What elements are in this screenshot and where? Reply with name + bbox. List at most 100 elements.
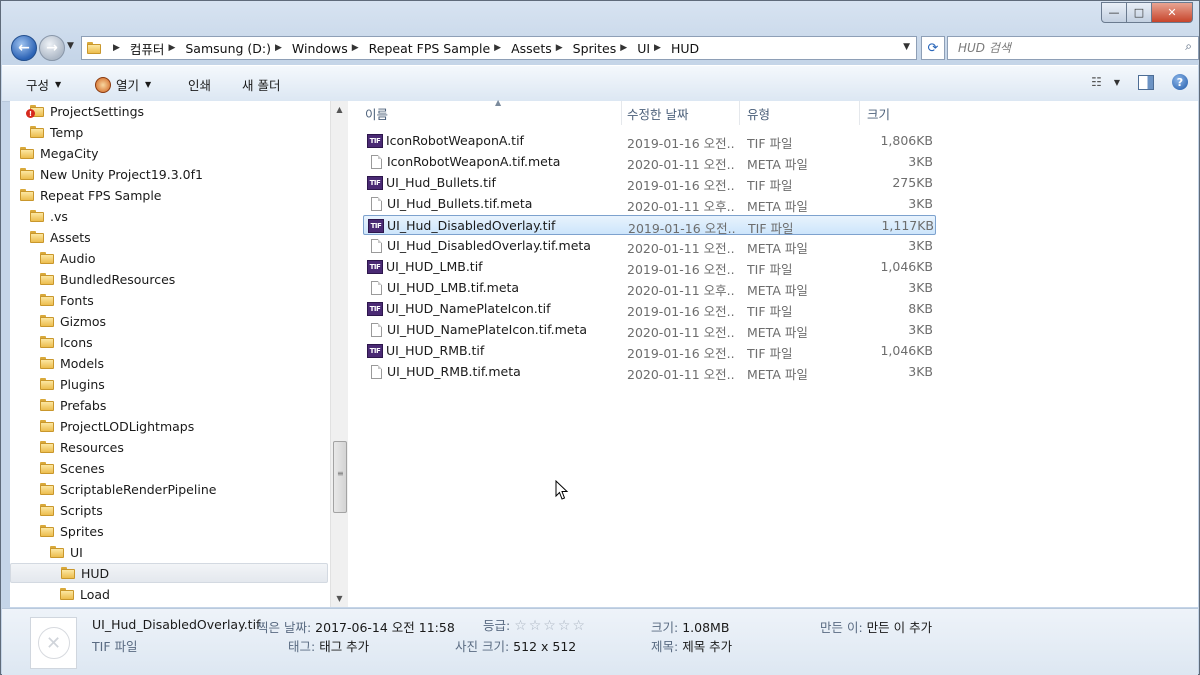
scroll-up-arrow-icon[interactable]: ▲ [331,101,348,118]
new-folder-button[interactable]: 새 폴더 [242,75,280,94]
preview-pane-button[interactable] [1138,74,1154,90]
chevron-down-icon: ▼ [1113,77,1120,87]
tags-value[interactable]: 태그 추가 [319,639,369,654]
document-file-icon [371,196,382,211]
help-icon[interactable]: ? [1172,74,1188,90]
tree-item[interactable]: Assets [30,227,91,247]
folder-icon [40,378,54,390]
chevron-right-icon[interactable]: ▶ [654,43,661,53]
file-row[interactable]: TIF UI_HUD_NamePlateIcon.tif 2019-01-16 오전… [363,299,936,319]
tree-item[interactable]: Models [40,353,104,373]
author-value[interactable]: 만든 이 추가 [867,620,932,635]
minimize-button[interactable]: — [1101,2,1127,23]
tree-item[interactable]: Audio [40,248,96,268]
tree-item[interactable]: UI [50,542,83,562]
scrollbar-thumb[interactable]: ≡ [333,441,347,513]
breadcrumb-root-chevron[interactable]: ▶ [107,43,128,53]
tree-item[interactable]: New Unity Project19.3.0f1 [20,164,203,184]
file-row[interactable]: UI_HUD_LMB.tif.meta 2020-01-11 오후... META … [363,278,936,298]
file-row[interactable]: TIF UI_HUD_RMB.tif 2019-01-16 오전... TIF 파일 1… [363,341,936,361]
tree-item[interactable]: Plugins [40,374,105,394]
tree-item[interactable]: Gizmos [40,311,106,331]
breadcrumb-item[interactable]: HUD [669,39,701,58]
tree-item-label: Icons [60,334,93,350]
rating-stars[interactable]: ☆☆☆☆☆ [514,618,587,634]
scroll-down-arrow-icon[interactable]: ▼ [331,590,348,607]
chevron-down-icon: ▼ [145,80,152,89]
title-value[interactable]: 제목 추가 [682,639,732,654]
recent-pages-dropdown[interactable]: ▼ [67,41,77,53]
tree-item[interactable]: ! ProjectSettings [26,101,144,121]
chevron-right-icon[interactable]: ▶ [352,43,359,53]
tree-item[interactable]: Scripts [40,500,103,520]
chevron-right-icon[interactable]: ▶ [494,43,501,53]
tree-item[interactable]: ProjectLODLightmaps [40,416,194,436]
print-button[interactable]: 인쇄 [188,75,211,94]
file-row[interactable]: TIF UI_Hud_Bullets.tif 2019-01-16 오전... TIF… [363,173,936,193]
breadcrumb-item[interactable]: 컴퓨터 ▶ [128,39,183,58]
tree-item[interactable]: Prefabs [40,395,106,415]
folder-icon [50,546,64,558]
column-header-size[interactable]: 크기 [860,101,938,125]
chevron-right-icon[interactable]: ▶ [168,43,175,53]
breadcrumb-item[interactable]: Windows ▶ [290,39,367,58]
tree-item[interactable]: Load [60,584,110,604]
file-row[interactable]: UI_HUD_RMB.tif.meta 2020-01-11 오전... META … [363,362,936,382]
address-bar[interactable]: ▶ 컴퓨터 ▶ Samsung (D:) ▶ Windows ▶ Repeat FPS Sa… [81,36,917,60]
file-row[interactable]: TIF UI_HUD_LMB.tif 2019-01-16 오전... TIF 파일 1… [363,257,936,277]
tree-item[interactable]: Resources [40,437,124,457]
file-name-cell: TIF UI_HUD_LMB.tif [367,259,617,274]
address-row: ← → ▼ ▶ 컴퓨터 ▶ Samsung (D:) ▶ Windows ▶ Repeat … [7,32,1199,62]
chevron-right-icon[interactable]: ▶ [275,43,282,53]
tree-item[interactable]: Icons [40,332,93,352]
change-view-button[interactable]: ☷ ▼ [1091,75,1120,89]
search-icon[interactable]: ⌕ [1185,39,1192,54]
back-button[interactable]: ← [11,35,37,61]
tree-item[interactable]: Sprites [40,521,104,541]
tree-item-label: Prefabs [60,397,107,413]
chevron-right-icon[interactable]: ▶ [620,43,627,53]
tree-item[interactable]: MegaCity [20,143,99,163]
column-header-type[interactable]: 유형 [740,101,860,125]
file-size: 8KB [908,301,933,316]
open-button[interactable]: 열기 ▼ [95,75,151,94]
file-type: META 파일 [747,241,808,256]
file-name-cell: IconRobotWeaponA.tif.meta [367,154,617,169]
tree-item[interactable]: Fonts [40,290,94,310]
refresh-button[interactable]: ⟳ [921,36,945,60]
date-value[interactable]: 2017-06-14 오전 11:58 [315,620,455,635]
chevron-right-icon[interactable]: ▶ [556,43,563,53]
breadcrumb-item[interactable]: Sprites ▶ [571,39,636,58]
file-row[interactable]: UI_Hud_DisabledOverlay.tif.meta 2020-01-1… [363,236,936,256]
column-date-label: 수정한 날짜 [627,106,689,122]
tree-item[interactable]: Repeat FPS Sample [20,185,161,205]
breadcrumb-item[interactable]: UI ▶ [635,39,669,58]
column-header-name[interactable]: ▲ 이름 [358,98,622,125]
tree-item[interactable]: .vs [30,206,68,226]
details-filename: UI_Hud_DisabledOverlay.tif [92,617,261,632]
file-row[interactable]: UI_Hud_Bullets.tif.meta 2020-01-11 오후... M… [363,194,936,214]
tree-item[interactable]: BundledResources [40,269,175,289]
column-header-date[interactable]: 수정한 날짜 [620,101,740,125]
maximize-button[interactable]: □ [1127,2,1152,23]
details-rating: 등급: ☆☆☆☆☆ [483,615,587,634]
file-row[interactable]: TIF IconRobotWeaponA.tif 2019-01-16 오전... T… [363,131,936,151]
search-input[interactable] [956,37,1170,59]
breadcrumb-item[interactable]: Samsung (D:) ▶ [183,39,290,58]
organize-button[interactable]: 구성 ▼ [26,75,61,94]
breadcrumb-item[interactable]: Repeat FPS Sample ▶ [367,39,509,58]
file-row[interactable]: UI_HUD_NamePlateIcon.tif.meta 2020-01-11 … [363,320,936,340]
close-button[interactable]: ✕ [1152,2,1193,23]
tree-item[interactable]: HUD [10,563,328,583]
tree-item[interactable]: ScriptableRenderPipeline [40,479,216,499]
file-row[interactable]: TIF UI_Hud_DisabledOverlay.tif 2019-01-16 … [363,215,936,236]
file-row[interactable]: IconRobotWeaponA.tif.meta 2020-01-11 오전..… [363,152,936,172]
breadcrumb-item[interactable]: Assets ▶ [509,39,571,58]
file-name-cell: TIF IconRobotWeaponA.tif [367,133,617,148]
tree-item[interactable]: Temp [30,122,83,142]
tree-item[interactable]: Scenes [40,458,105,478]
address-dropdown-icon[interactable]: ▼ [903,42,910,52]
forward-button[interactable]: → [39,35,65,61]
navigation-scrollbar[interactable]: ▲ ≡ ▼ [330,101,348,607]
rating-label: 등급: [483,618,511,633]
